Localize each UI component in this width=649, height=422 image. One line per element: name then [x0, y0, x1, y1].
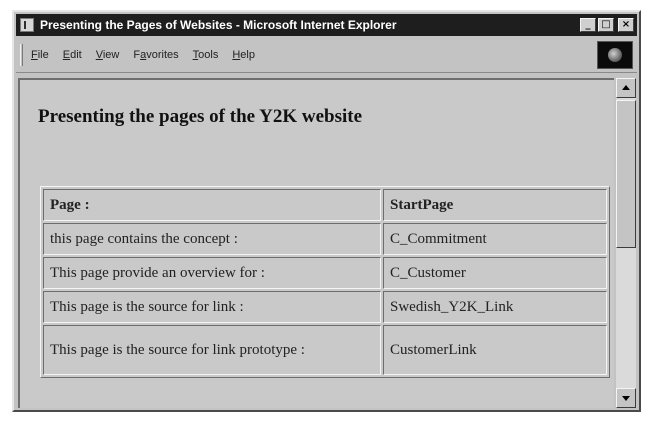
menu-edit[interactable]: Edit	[63, 47, 82, 63]
table-cell-startpage: Swedish_Y2K_Link	[383, 291, 607, 323]
window-controls: _ □ ×	[580, 18, 634, 32]
table-cell-startpage: CustomerLink	[383, 325, 607, 375]
scroll-down-arrow-icon[interactable]	[616, 388, 636, 408]
table-row: This page is the source for link prototy…	[43, 325, 607, 375]
table-cell-description: This page is the source for link :	[43, 291, 381, 323]
browser-logo-throbber-icon	[597, 41, 633, 69]
menu-bar: File Edit View Favorites Tools Help	[16, 38, 637, 73]
menu-help[interactable]: Help	[232, 47, 255, 63]
table-row: this page contains the concept : C_Commi…	[43, 223, 607, 255]
minimize-button[interactable]: _	[580, 18, 596, 32]
window-title: Presenting the Pages of Websites - Micro…	[40, 18, 397, 32]
table-cell-description: this page contains the concept :	[43, 223, 381, 255]
menu-file[interactable]: File	[31, 47, 49, 63]
table-header-row: Page : StartPage	[43, 189, 607, 221]
pages-table: Page : StartPage this page contains the …	[40, 186, 610, 378]
scrollbar-thumb[interactable]	[616, 100, 636, 248]
table-header-page: Page :	[43, 189, 381, 221]
table-row: This page provide an overview for : C_Cu…	[43, 257, 607, 289]
page-heading: Presenting the pages of the Y2K website	[38, 106, 363, 127]
close-button[interactable]: ×	[618, 18, 634, 32]
table-header-startpage: StartPage	[383, 189, 607, 221]
scroll-up-arrow-icon[interactable]	[616, 78, 636, 98]
maximize-button[interactable]: □	[598, 18, 614, 32]
menu-view[interactable]: View	[96, 47, 120, 63]
table-cell-startpage: C_Commitment	[383, 223, 607, 255]
menu-tools[interactable]: Tools	[193, 47, 219, 63]
browser-window: Presenting the Pages of Websites - Micro…	[12, 10, 641, 412]
browser-page-icon[interactable]	[20, 18, 34, 32]
title-bar[interactable]: Presenting the Pages of Websites - Micro…	[16, 14, 637, 36]
vertical-scrollbar[interactable]	[616, 78, 636, 408]
table-row: This page is the source for link : Swedi…	[43, 291, 607, 323]
page-content: Presenting the pages of the Y2K website …	[18, 78, 614, 408]
table-cell-description: This page is the source for link prototy…	[43, 325, 381, 375]
table-cell-startpage: C_Customer	[383, 257, 607, 289]
menu-grip-handle[interactable]	[20, 44, 23, 66]
table-cell-description: This page provide an overview for :	[43, 257, 381, 289]
menu-favorites[interactable]: Favorites	[133, 47, 178, 63]
